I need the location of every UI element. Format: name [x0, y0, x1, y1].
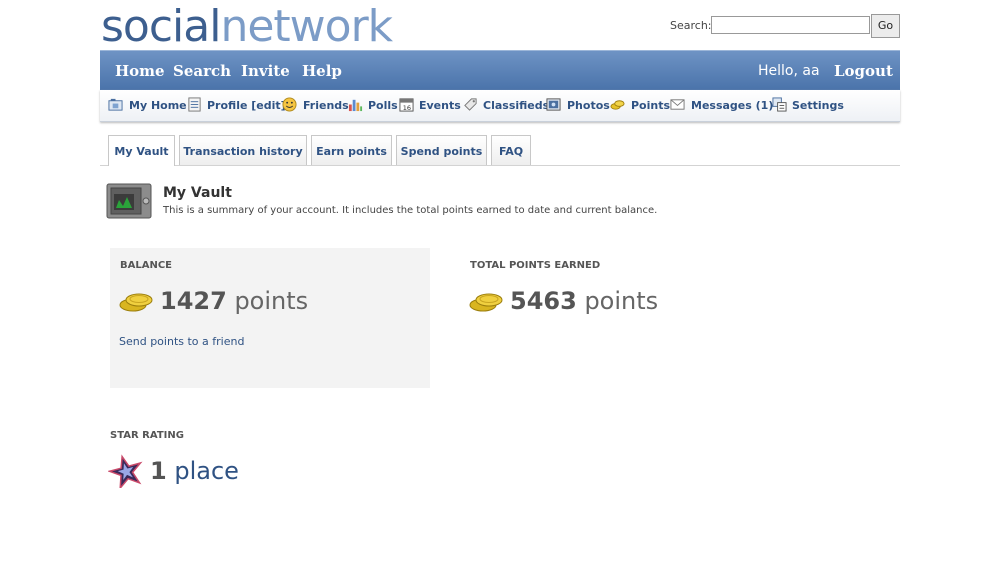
subnav-polls[interactable]: Polls	[368, 99, 398, 112]
subnav-events[interactable]: Events	[419, 99, 461, 112]
site-logo[interactable]: socialnetwork	[101, 1, 393, 52]
subnav-classifieds[interactable]: Classifieds	[483, 99, 549, 112]
nav-home[interactable]: Home	[115, 62, 165, 80]
tab-faq[interactable]: FAQ	[491, 135, 531, 165]
profile-icon	[188, 97, 201, 112]
envelope-icon	[670, 99, 685, 110]
photo-icon	[546, 98, 561, 111]
logo-part-social: social	[101, 1, 221, 52]
subnav-settings[interactable]: Settings	[792, 99, 844, 112]
subnav-points[interactable]: Points	[631, 99, 670, 112]
svg-text:16: 16	[403, 104, 411, 112]
smiley-icon	[282, 97, 297, 112]
star-rating-unit: place	[174, 457, 239, 485]
nav-logout[interactable]: Logout	[834, 62, 893, 80]
calendar-icon: 16	[399, 98, 414, 112]
search-label: Search:	[670, 19, 712, 32]
home-icon	[108, 98, 123, 111]
balance-value: 1427	[160, 287, 227, 315]
subnav-messages[interactable]: Messages (1)	[691, 99, 773, 112]
total-earned-label: TOTAL POINTS EARNED	[470, 260, 601, 271]
vault-description: This is a summary of your account. It in…	[163, 205, 658, 216]
tag-icon	[464, 98, 477, 111]
bar-chart-icon	[348, 99, 363, 112]
tab-transaction-history[interactable]: Transaction history	[179, 135, 307, 165]
coins-icon	[469, 293, 503, 312]
star-icon	[108, 454, 143, 488]
logo-part-network: network	[220, 1, 393, 52]
send-points-link[interactable]: Send points to a friend	[119, 335, 244, 348]
main-nav-bar: Home Search Invite Help Hello, aa Logout	[100, 50, 900, 90]
page: socialnetwork Search: Go Home Search Inv…	[0, 0, 1001, 575]
tab-earn-points[interactable]: Earn points	[311, 135, 392, 165]
balance-amount: 1427 points	[160, 287, 308, 315]
total-earned-unit: points	[584, 287, 659, 315]
coins-icon	[119, 293, 153, 312]
nav-invite[interactable]: Invite	[241, 62, 290, 80]
total-earned-value: 5463	[510, 287, 577, 315]
search-input[interactable]	[711, 16, 870, 34]
search-go-button[interactable]: Go	[871, 14, 900, 38]
star-rating-label: STAR RATING	[110, 430, 184, 441]
vault-safe-icon	[106, 183, 152, 219]
sub-nav-bar: My Home Profile [edit] Friends Polls 16 …	[100, 90, 900, 122]
balance-label: BALANCE	[120, 260, 173, 271]
star-rating-value: 1	[150, 457, 167, 485]
total-earned-amount: 5463 points	[510, 287, 658, 315]
subnav-photos[interactable]: Photos	[567, 99, 610, 112]
coins-icon	[610, 100, 625, 110]
vault-title: My Vault	[163, 185, 232, 201]
tab-my-vault[interactable]: My Vault	[108, 135, 175, 166]
tab-spend-points[interactable]: Spend points	[396, 135, 487, 165]
subnav-friends[interactable]: Friends	[303, 99, 349, 112]
nav-greeting: Hello, aa	[758, 63, 820, 79]
nav-search[interactable]: Search	[173, 62, 231, 80]
nav-help[interactable]: Help	[302, 62, 342, 80]
settings-icon	[772, 97, 787, 112]
subnav-my-home[interactable]: My Home	[129, 99, 187, 112]
balance-unit: points	[234, 287, 309, 315]
star-rating-amount: 1 place	[150, 457, 239, 485]
subnav-profile-edit[interactable]: Profile [edit]	[207, 99, 286, 112]
